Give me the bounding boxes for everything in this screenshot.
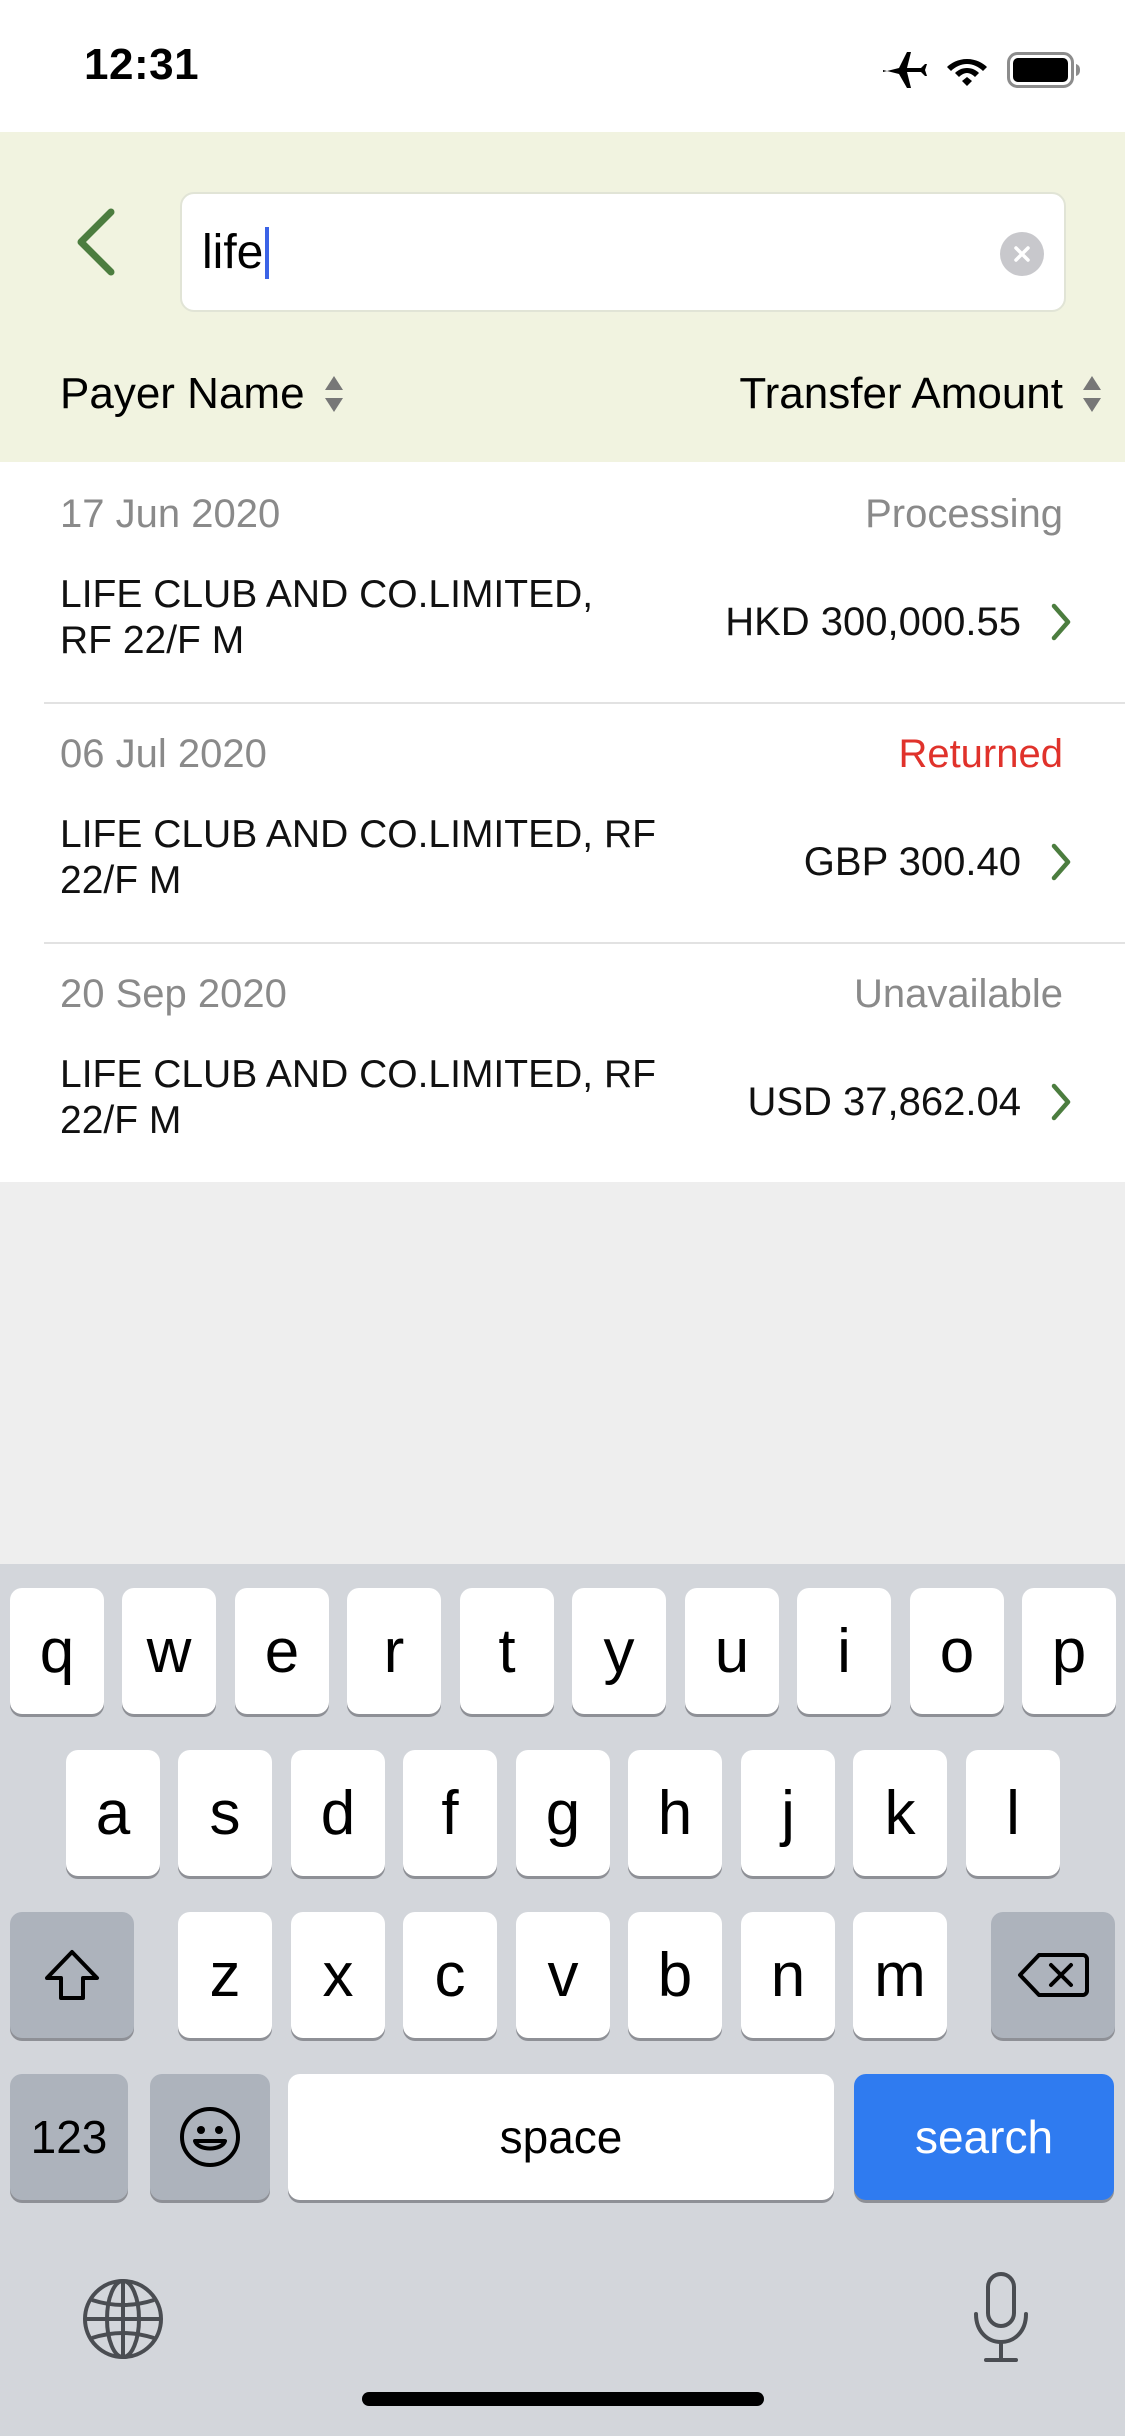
sort-icon [324,376,343,412]
key-p[interactable]: p [1022,1588,1116,1714]
sort-payer-label: Payer Name [60,369,305,418]
key-l[interactable]: l [966,1750,1060,1876]
chevron-right-icon [1051,603,1071,641]
key-u[interactable]: u [685,1588,779,1714]
transaction-date: 17 Jun 2020 [60,492,281,536]
key-y[interactable]: y [572,1588,666,1714]
payer-name: LIFE CLUB AND CO.LIMITED, RF 22/F M [60,1052,710,1144]
text-caret [265,227,269,279]
status-badge: Processing [865,492,1063,536]
key-f[interactable]: f [403,1750,497,1876]
key-k[interactable]: k [853,1750,947,1876]
key-i[interactable]: i [797,1588,891,1714]
sort-payer-name-button[interactable]: Payer Name [60,354,345,434]
sort-icon [1083,376,1101,412]
key-g[interactable]: g [516,1750,610,1876]
key-a[interactable]: a [66,1750,160,1876]
numbers-key[interactable]: 123 [10,2074,128,2200]
key-t[interactable]: t [460,1588,554,1714]
sort-row: Payer Name Transfer Amount [0,354,1125,434]
home-indicator [362,2392,764,2406]
key-m[interactable]: m [853,1912,947,2038]
key-q[interactable]: q [10,1588,104,1714]
search-header: Payer Name Transfer Amount [0,132,1125,462]
empty-area [0,1182,1125,1564]
key-x[interactable]: x [291,1912,385,2038]
key-w[interactable]: w [122,1588,216,1714]
space-key[interactable]: space [288,2074,834,2200]
chevron-right-icon [1051,1083,1071,1121]
backspace-key[interactable] [991,1912,1115,2038]
search-key[interactable]: search [854,2074,1114,2200]
key-h[interactable]: h [628,1750,722,1876]
sort-transfer-amount-button[interactable]: Transfer Amount [739,354,1103,434]
search-box [180,192,1066,312]
keyboard: q w e r t y u i o p a s d f g h j k l z … [0,1564,1125,2436]
transaction-date: 06 Jul 2020 [60,732,267,776]
transfer-amount: HKD 300,000.55 [725,600,1021,644]
transfer-amount: USD 37,862.04 [747,1080,1021,1124]
sort-amount-label: Transfer Amount [739,369,1063,418]
close-icon [1014,246,1030,262]
list-item[interactable]: 17 Jun 2020 Processing LIFE CLUB AND CO.… [0,462,1125,702]
key-d[interactable]: d [291,1750,385,1876]
status-bar: 12:31 [0,0,1125,132]
status-badge: Returned [898,732,1063,776]
airplane-icon [883,52,927,88]
status-time: 12:31 [84,40,200,89]
key-n[interactable]: n [741,1912,835,2038]
key-o[interactable]: o [910,1588,1004,1714]
key-z[interactable]: z [178,1912,272,2038]
shift-key[interactable] [10,1912,134,2038]
transfer-amount: GBP 300.40 [803,840,1021,884]
status-icons [879,48,1081,92]
payer-name-line: 22/F M [60,859,182,902]
emoji-icon [180,2107,240,2167]
payer-name: LIFE CLUB AND CO.LIMITED, RF 22/F M [60,572,710,664]
payer-name-line: RF 22/F M [60,619,245,662]
key-e[interactable]: e [235,1588,329,1714]
globe-icon[interactable] [80,2276,166,2362]
shift-icon [45,1950,99,2000]
key-s[interactable]: s [178,1750,272,1876]
search-input[interactable] [202,194,962,310]
microphone-icon[interactable] [966,2270,1036,2366]
key-v[interactable]: v [516,1912,610,2038]
backspace-icon [1018,1953,1089,1997]
back-button[interactable] [60,202,130,282]
payer-name-line: LIFE CLUB AND CO.LIMITED, RF [60,813,656,856]
payer-name: LIFE CLUB AND CO.LIMITED, RF 22/F M [60,812,710,904]
key-r[interactable]: r [347,1588,441,1714]
results-list: 17 Jun 2020 Processing LIFE CLUB AND CO.… [0,462,1125,1182]
list-item[interactable]: 20 Sep 2020 Unavailable LIFE CLUB AND CO… [0,942,1125,1182]
payer-name-line: LIFE CLUB AND CO.LIMITED, RF [60,1053,656,1096]
status-badge: Unavailable [853,972,1063,1016]
payer-name-line: 22/F M [60,1099,182,1142]
emoji-key[interactable] [150,2074,270,2200]
clear-search-button[interactable] [1000,232,1044,276]
key-c[interactable]: c [403,1912,497,2038]
key-b[interactable]: b [628,1912,722,2038]
transaction-date: 20 Sep 2020 [60,972,287,1016]
chevron-left-icon [77,208,115,276]
payer-name-line: LIFE CLUB AND CO.LIMITED, [60,573,594,616]
key-j[interactable]: j [741,1750,835,1876]
chevron-right-icon [1051,843,1071,881]
battery-icon [1007,52,1080,88]
list-item[interactable]: 06 Jul 2020 Returned LIFE CLUB AND CO.LI… [0,702,1125,942]
wifi-icon [947,59,987,86]
